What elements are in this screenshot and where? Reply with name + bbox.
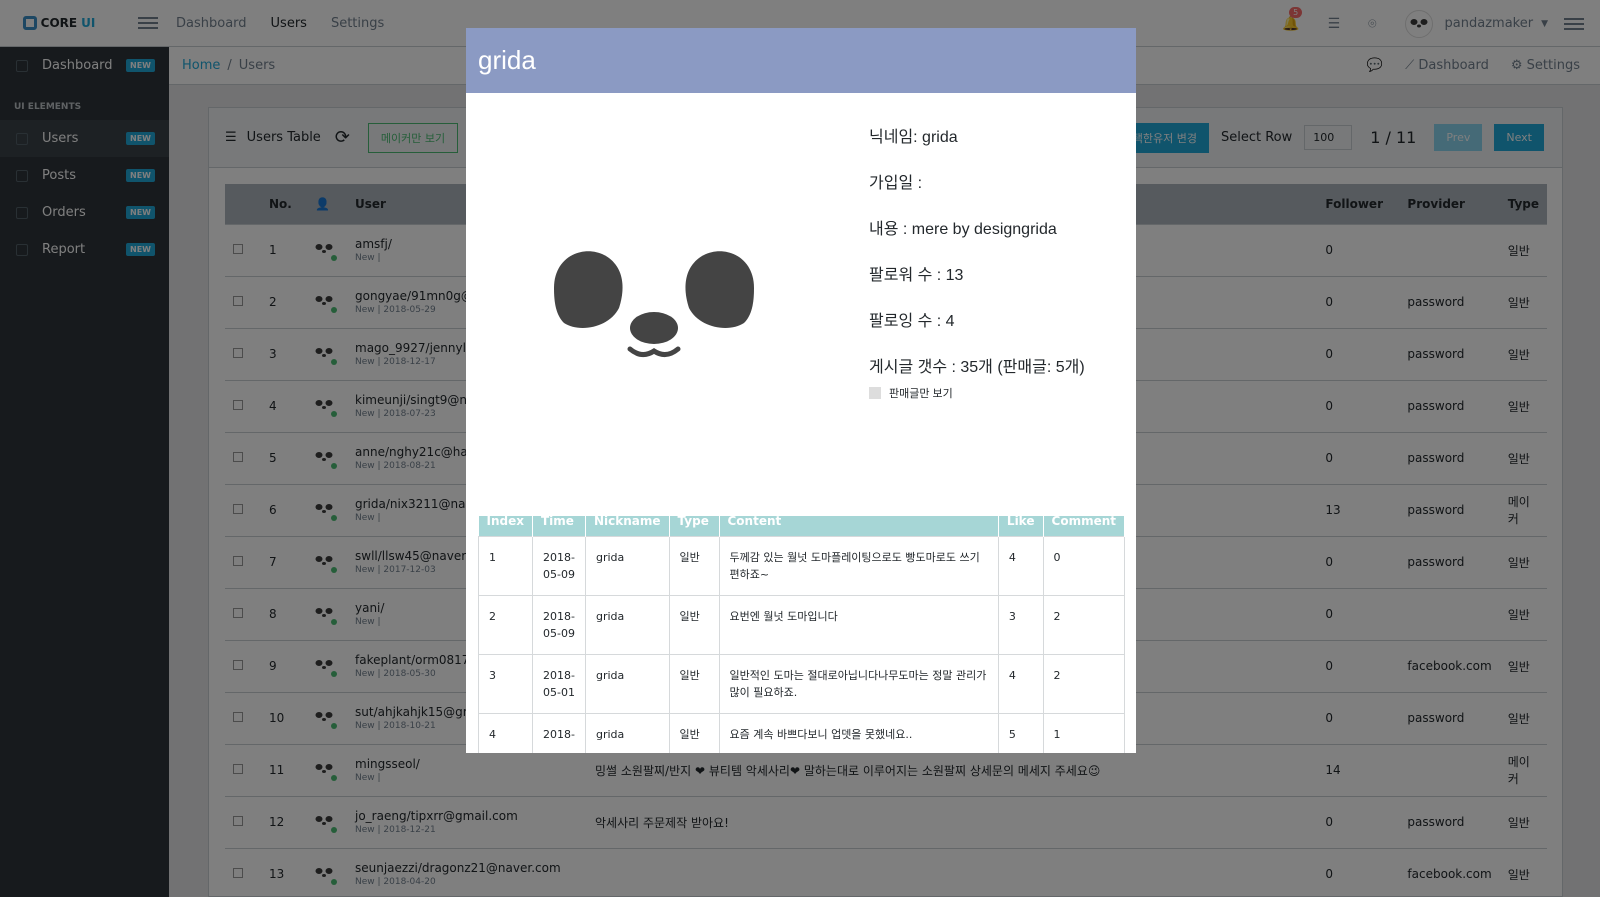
column-header[interactable]: Content [719,516,999,536]
post-nickname: grida [584,712,670,753]
user-detail-modal: grida 닉네임: grida 가입일 : 내용 : mere by desi… [466,28,1136,753]
post-time: 2018-05-09 [531,535,586,596]
user-info: 닉네임: grida 가입일 : 내용 : mere by designgrid… [869,123,1085,401]
column-header[interactable]: Comment [1043,516,1125,536]
post-comments: 0 [1042,535,1125,596]
post-likes: 4 [997,535,1044,596]
joined-text: 가입일 : [869,175,923,192]
post-type: 일반 [668,712,720,753]
post-nickname: grida [584,594,670,655]
post-type: 일반 [668,653,720,714]
post-index: 4 [478,712,533,753]
post-row[interactable]: 3 2018-05-01 grida 일반 일반적인 도마는 절대로아닙니다나무도마는 … [478,653,1125,714]
posts-count-text: 게시글 갯수 : 35개 (판매글: 5개) [869,359,1085,376]
post-content: 요번엔 월넛 도마입니다 [718,594,999,655]
post-index: 3 [478,653,533,714]
post-type: 일반 [668,535,720,596]
post-time: 2018-05-09 [531,594,586,655]
post-time: 2018- [531,712,586,753]
post-nickname: grida [584,535,670,596]
post-content: 요즘 계속 바쁘다보니 업뎃을 못했네요.. [718,712,999,753]
sale-only-checkbox[interactable]: 판매글만 보기 [869,385,1085,401]
post-comments: 1 [1042,712,1125,753]
followers-text: 팔로워 수 : 13 [869,267,964,284]
post-content: 일반적인 도마는 절대로아닙니다나무도마는 정말 관리가 많이 필요하죠. [718,653,999,714]
post-row[interactable]: 4 2018- grida 일반 요즘 계속 바쁘다보니 업뎃을 못했네요.. 5 1 [478,712,1125,753]
column-header[interactable]: Nickname [585,516,670,536]
post-time: 2018-05-01 [531,653,586,714]
profile-image [534,233,774,377]
post-index: 1 [478,535,533,596]
post-row[interactable]: 2 2018-05-09 grida 일반 요번엔 월넛 도마입니다 3 2 [478,594,1125,655]
checkbox-icon[interactable] [869,387,881,399]
posts-table: Index Time Nickname Type Content Like Co… [478,516,1125,753]
post-likes: 5 [997,712,1044,753]
nickname-text: 닉네임: grida [869,129,958,146]
post-content: 두께감 있는 월넛 도마플레이팅으로도 빵도마로도 쓰기 편하죠~ [718,535,999,596]
post-likes: 4 [997,653,1044,714]
post-type: 일반 [668,594,720,655]
post-comments: 2 [1042,594,1125,655]
column-header[interactable]: Like [998,516,1044,536]
post-index: 2 [478,594,533,655]
post-row[interactable]: 1 2018-05-09 grida 일반 두께감 있는 월넛 도마플레이팅으로도 빵도… [478,535,1125,596]
modal-title: grida [466,28,1136,93]
column-header[interactable]: Time [532,516,586,536]
column-header[interactable]: Index [478,516,533,536]
following-text: 팔로잉 수 : 4 [869,313,955,330]
post-nickname: grida [584,653,670,714]
column-header[interactable]: Type [669,516,720,536]
posts-table-scroll[interactable]: Index Time Nickname Type Content Like Co… [478,516,1125,753]
content-text: 내용 : mere by designgrida [869,221,1057,238]
sale-only-label: 판매글만 보기 [889,388,953,400]
post-likes: 3 [997,594,1044,655]
post-comments: 2 [1042,653,1125,714]
